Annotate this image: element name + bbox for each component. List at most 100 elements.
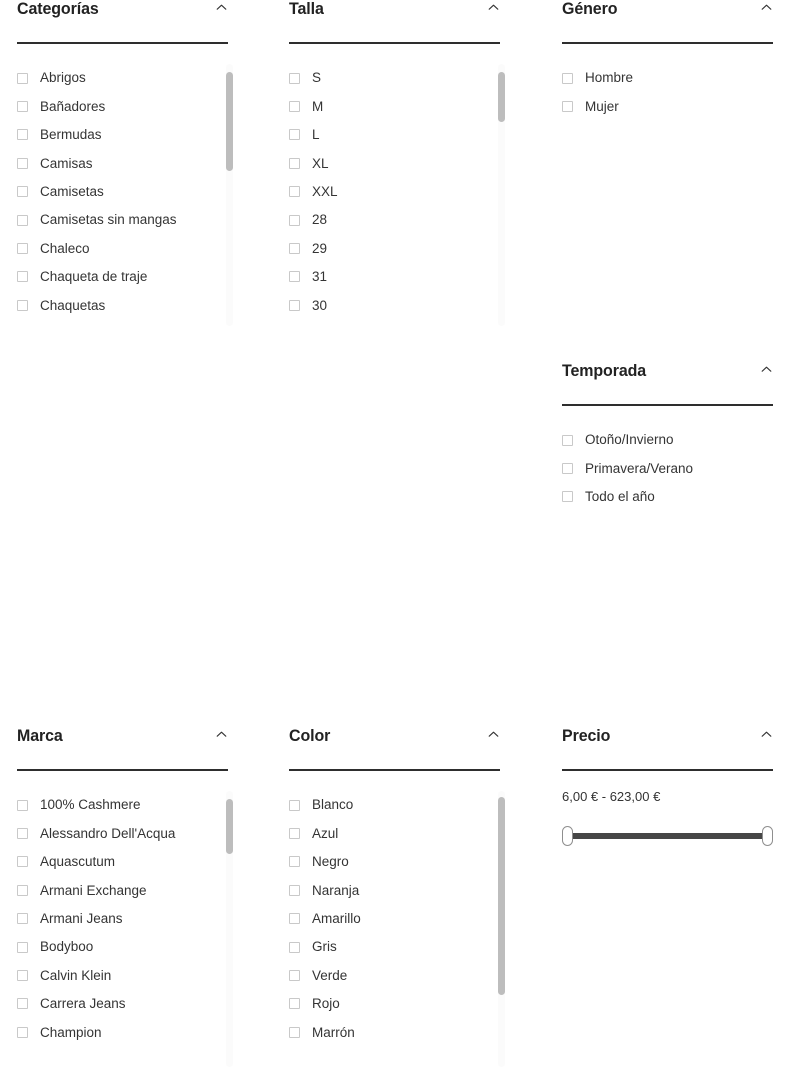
panel-header-categorias[interactable]: Categorías xyxy=(17,0,228,33)
panel-header-marca[interactable]: Marca xyxy=(17,727,228,760)
checkbox-unchecked-icon[interactable] xyxy=(17,884,28,896)
scrollbar-talla[interactable] xyxy=(498,64,505,326)
checkbox-unchecked-icon[interactable] xyxy=(562,491,573,503)
chevron-up-icon[interactable] xyxy=(760,1,773,14)
checkbox-unchecked-icon[interactable] xyxy=(17,299,28,311)
checkbox-unchecked-icon[interactable] xyxy=(289,243,300,255)
list-item[interactable]: Champion xyxy=(17,1018,217,1046)
list-item[interactable]: Otoño/Invierno xyxy=(562,426,762,454)
list-item[interactable]: M xyxy=(289,92,489,120)
checkbox-unchecked-icon[interactable] xyxy=(289,799,300,811)
list-item[interactable]: Calvin Klein xyxy=(17,961,217,989)
panel-header-genero[interactable]: Género xyxy=(562,0,773,33)
list-item[interactable]: Chaquetas xyxy=(17,291,217,319)
list-item[interactable]: XL xyxy=(289,149,489,177)
list-item[interactable]: 31 xyxy=(289,263,489,291)
checkbox-unchecked-icon[interactable] xyxy=(289,72,300,84)
scrollbar-color[interactable] xyxy=(498,791,505,1067)
chevron-up-icon[interactable] xyxy=(760,728,773,741)
checkbox-unchecked-icon[interactable] xyxy=(17,913,28,925)
list-item[interactable]: Chaleco xyxy=(17,234,217,262)
checkbox-unchecked-icon[interactable] xyxy=(17,72,28,84)
checkbox-unchecked-icon[interactable] xyxy=(562,101,573,113)
checkbox-unchecked-icon[interactable] xyxy=(289,271,300,283)
scrollbar-categorias[interactable] xyxy=(226,64,233,326)
list-item[interactable]: 28 xyxy=(289,206,489,234)
list-item[interactable]: Todo el año xyxy=(562,483,762,511)
list-item[interactable]: Primavera/Verano xyxy=(562,454,762,482)
checkbox-unchecked-icon[interactable] xyxy=(289,214,300,226)
checkbox-unchecked-icon[interactable] xyxy=(289,129,300,141)
list-item[interactable]: Chaqueta de traje xyxy=(17,263,217,291)
list-item[interactable]: Bermudas xyxy=(17,121,217,149)
checkbox-unchecked-icon[interactable] xyxy=(17,243,28,255)
checkbox-unchecked-icon[interactable] xyxy=(289,970,300,982)
list-item[interactable]: Gris xyxy=(289,933,489,961)
list-item[interactable]: 100% Cashmere xyxy=(17,791,217,819)
chevron-up-icon[interactable] xyxy=(487,728,500,741)
list-item[interactable]: Camisetas sin mangas xyxy=(17,206,217,234)
checkbox-unchecked-icon[interactable] xyxy=(17,970,28,982)
chevron-up-icon[interactable] xyxy=(487,1,500,14)
list-item[interactable]: Rojo xyxy=(289,990,489,1018)
list-item[interactable]: Azul xyxy=(289,819,489,847)
list-item[interactable]: Alessandro Dell'Acqua xyxy=(17,819,217,847)
checkbox-unchecked-icon[interactable] xyxy=(289,101,300,113)
checkbox-unchecked-icon[interactable] xyxy=(17,101,28,113)
checkbox-unchecked-icon[interactable] xyxy=(289,913,300,925)
checkbox-unchecked-icon[interactable] xyxy=(17,941,28,953)
scrollbar-marca[interactable] xyxy=(226,791,233,1067)
checkbox-unchecked-icon[interactable] xyxy=(289,856,300,868)
checkbox-unchecked-icon[interactable] xyxy=(562,72,573,84)
chevron-up-icon[interactable] xyxy=(215,1,228,14)
checkbox-unchecked-icon[interactable] xyxy=(562,434,573,446)
checkbox-unchecked-icon[interactable] xyxy=(17,1026,28,1038)
checkbox-unchecked-icon[interactable] xyxy=(17,828,28,840)
checkbox-unchecked-icon[interactable] xyxy=(17,214,28,226)
list-item[interactable]: Verde xyxy=(289,961,489,989)
panel-header-talla[interactable]: Talla xyxy=(289,0,500,33)
checkbox-unchecked-icon[interactable] xyxy=(562,463,573,475)
slider-track[interactable] xyxy=(568,833,767,839)
checkbox-unchecked-icon[interactable] xyxy=(289,299,300,311)
checkbox-unchecked-icon[interactable] xyxy=(17,271,28,283)
scrollbar-thumb[interactable] xyxy=(226,799,233,855)
checkbox-unchecked-icon[interactable] xyxy=(289,1026,300,1038)
checkbox-unchecked-icon[interactable] xyxy=(17,998,28,1010)
list-item[interactable]: Bañadores xyxy=(17,92,217,120)
chevron-up-icon[interactable] xyxy=(760,363,773,376)
checkbox-unchecked-icon[interactable] xyxy=(17,129,28,141)
list-item[interactable]: 30 xyxy=(289,291,489,319)
checkbox-unchecked-icon[interactable] xyxy=(289,157,300,169)
list-item[interactable]: Carrera Jeans xyxy=(17,990,217,1018)
checkbox-unchecked-icon[interactable] xyxy=(17,799,28,811)
checkbox-unchecked-icon[interactable] xyxy=(289,998,300,1010)
checkbox-unchecked-icon[interactable] xyxy=(289,828,300,840)
list-item[interactable]: Negro xyxy=(289,848,489,876)
checkbox-unchecked-icon[interactable] xyxy=(17,856,28,868)
list-item[interactable]: S xyxy=(289,64,489,92)
list-item[interactable]: 29 xyxy=(289,234,489,262)
list-item[interactable]: Blanco xyxy=(289,791,489,819)
scrollbar-thumb[interactable] xyxy=(226,71,233,172)
list-item[interactable]: Armani Exchange xyxy=(17,876,217,904)
list-item[interactable]: Camisas xyxy=(17,149,217,177)
list-item[interactable]: Hombre xyxy=(562,64,762,92)
slider-handle-min[interactable] xyxy=(562,826,573,846)
checkbox-unchecked-icon[interactable] xyxy=(17,186,28,198)
panel-header-precio[interactable]: Precio xyxy=(562,727,773,760)
list-item[interactable]: Amarillo xyxy=(289,905,489,933)
list-item[interactable]: L xyxy=(289,121,489,149)
price-range-slider[interactable] xyxy=(562,825,773,847)
checkbox-unchecked-icon[interactable] xyxy=(289,186,300,198)
scrollbar-thumb[interactable] xyxy=(498,796,505,996)
list-item[interactable]: Marrón xyxy=(289,1018,489,1046)
list-item[interactable]: Aquascutum xyxy=(17,848,217,876)
scrollbar-thumb[interactable] xyxy=(498,71,505,122)
list-item[interactable]: Mujer xyxy=(562,92,762,120)
list-item[interactable]: Bodyboo xyxy=(17,933,217,961)
checkbox-unchecked-icon[interactable] xyxy=(17,157,28,169)
checkbox-unchecked-icon[interactable] xyxy=(289,941,300,953)
panel-header-temporada[interactable]: Temporada xyxy=(562,362,773,395)
list-item[interactable]: Abrigos xyxy=(17,64,217,92)
